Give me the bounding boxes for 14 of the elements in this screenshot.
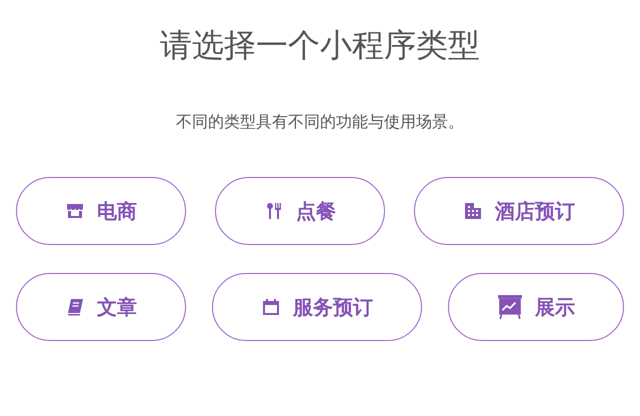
store-icon — [65, 201, 85, 221]
type-button[interactable]: 点餐 — [215, 177, 385, 245]
chart-board-icon — [497, 294, 523, 320]
type-button[interactable]: 电商 — [16, 177, 186, 245]
subtitle: 不同的类型具有不同的功能与使用场景。 — [176, 112, 464, 133]
calendar-icon — [261, 297, 281, 317]
type-button[interactable]: 服务预订 — [212, 273, 422, 341]
type-button[interactable]: 酒店预订 — [414, 177, 624, 245]
type-button[interactable]: 文章 — [16, 273, 186, 341]
utensils-icon — [264, 201, 284, 221]
building-icon — [463, 201, 483, 221]
page-title: 请选择一个小程序类型 — [160, 25, 480, 66]
type-button[interactable]: 展示 — [448, 273, 624, 341]
book-icon — [65, 297, 85, 317]
